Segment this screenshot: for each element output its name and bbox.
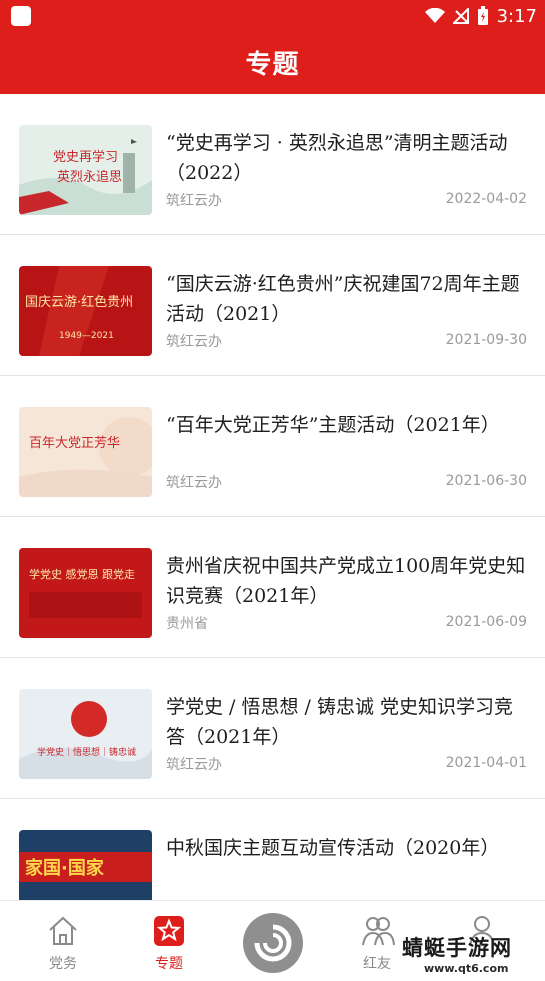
topic-thumbnail: 百年大党正芳华 [19,407,152,497]
signal-off-icon [452,8,469,24]
tab-party-affairs[interactable]: 党务 [28,901,98,981]
tab-topics[interactable]: 专题 [134,901,204,981]
topic-date: 2021-06-09 [445,614,527,630]
battery-icon [477,6,488,25]
topic-source: 筑红云办 [166,334,222,350]
thumb-text: 学党史 感党恩 跟党走 [29,567,135,581]
thumb-text: 1949—2021 [59,331,114,341]
page-title: 专题 [245,50,300,80]
topic-title: 中秋国庆主题互动宣传活动（2020年） [166,837,500,859]
center-home-button[interactable] [243,913,303,973]
topic-title: “百年大党正芳华”主题活动（2021年） [166,414,500,436]
watermark-title: 蜻蜓手游网 [402,936,512,960]
thumb-text: 学党史｜悟思想｜铸忠诚 [37,746,136,758]
topic-thumbnail: 家国·国家 [19,830,152,900]
status-bar: 3:17 [0,0,545,32]
topic-title: “国庆云游·红色贵州”庆祝建国72周年主题活动（2021） [166,273,520,325]
topic-title: 学党史 / 悟思想 / 铸忠诚 党史知识学习竞答（2021年） [166,696,514,748]
thumb-text: 党史再学习 [53,149,118,165]
thumb-text: 百年大党正芳华 [29,436,120,451]
topic-item[interactable]: 百年大党正芳华 “百年大党正芳华”主题活动（2021年） 筑红云办 2021-0… [0,376,545,517]
topic-source: 筑红云办 [166,757,222,773]
topic-source: 贵州省 [166,616,208,632]
page-header: 专题 [0,32,545,94]
clock: 3:17 [496,5,537,27]
watermark: 蜻蜓手游网 www.qt6.com [402,932,542,980]
topic-thumbnail: 学党史｜悟思想｜铸忠诚 [19,689,152,779]
swirl-logo-icon [254,924,292,962]
topic-title: 贵州省庆祝中国共产党成立100周年党史知识竞赛（2021年） [166,555,526,607]
topic-item[interactable]: 党史再学习 英烈永追思 “党史再学习 · 英烈永追思”清明主题活动（2022） … [0,94,545,235]
topic-source: 筑红云办 [166,193,222,209]
tab-label: 专题 [155,956,183,972]
topic-title: “党史再学习 · 英烈永追思”清明主题活动（2022） [166,132,508,184]
thumb-text: 英烈永追思 [57,169,122,185]
thumb-text: 家国·国家 [25,857,105,879]
topic-item[interactable]: 学党史 感党恩 跟党走 贵州省庆祝中国共产党成立100周年党史知识竞赛（2021… [0,517,545,658]
topic-source: 筑红云办 [166,475,222,491]
topic-item[interactable]: 国庆云游·红色贵州 1949—2021 “国庆云游·红色贵州”庆祝建国72周年主… [0,235,545,376]
topic-thumbnail: 学党史 感党恩 跟党走 [19,548,152,638]
people-icon [362,917,395,946]
house-icon [49,916,77,945]
star-badge-icon [154,916,184,946]
app-notification-icon [11,6,31,26]
topic-list[interactable]: 党史再学习 英烈永追思 “党史再学习 · 英烈永追思”清明主题活动（2022） … [0,94,545,900]
topic-date: 2021-09-30 [445,332,527,348]
watermark-url: www.qt6.com [424,962,509,975]
topic-thumbnail: 国庆云游·红色贵州 1949—2021 [19,266,152,356]
thumb-text: 国庆云游·红色贵州 [25,294,133,310]
topic-date: 2021-06-30 [445,473,527,489]
topic-thumbnail: 党史再学习 英烈永追思 [19,125,152,215]
tab-label: 党务 [49,956,77,972]
topic-item[interactable]: 家国·国家 中秋国庆主题互动宣传活动（2020年） [0,799,545,900]
wifi-icon [424,8,445,23]
topic-date: 2022-04-02 [445,191,527,207]
topic-item[interactable]: 学党史｜悟思想｜铸忠诚 学党史 / 悟思想 / 铸忠诚 党史知识学习竞答（202… [0,658,545,799]
topic-date: 2021-04-01 [445,755,527,771]
